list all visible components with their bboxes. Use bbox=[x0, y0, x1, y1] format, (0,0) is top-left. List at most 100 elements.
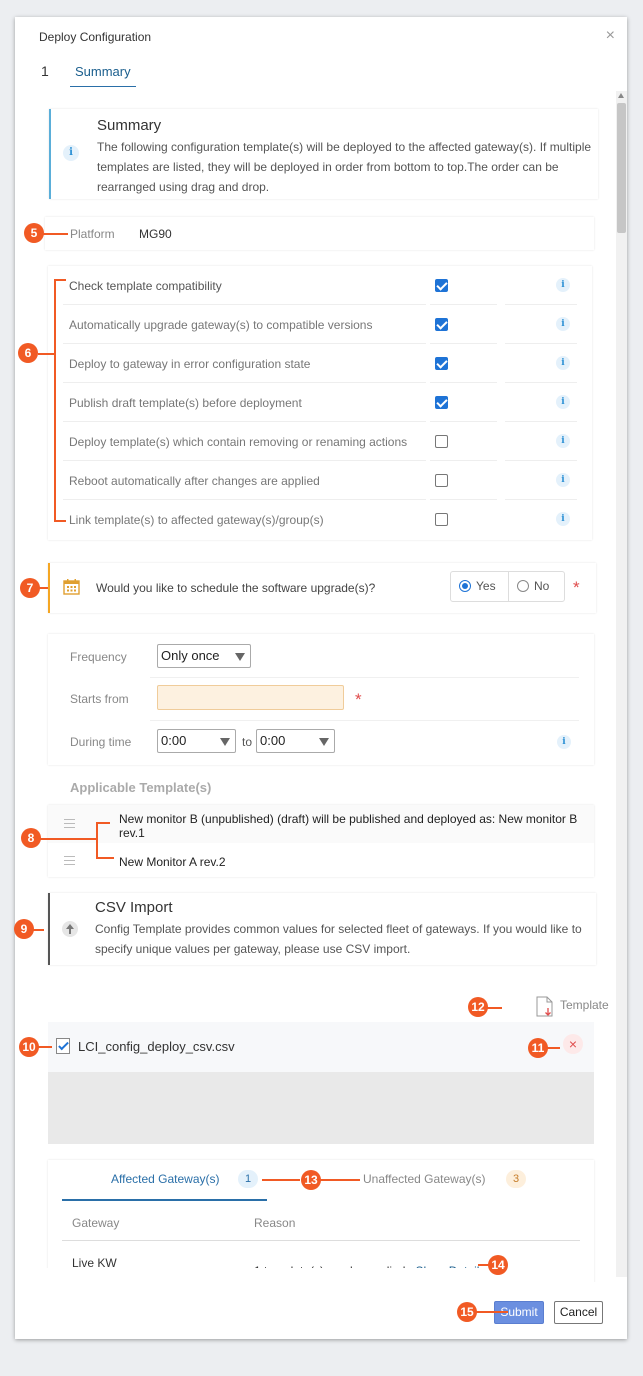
scrollbar[interactable] bbox=[616, 91, 627, 1277]
csv-import-title: CSV Import bbox=[95, 899, 173, 916]
to-label: to bbox=[242, 735, 253, 749]
info-icon[interactable]: i bbox=[556, 356, 570, 370]
gateway-column-header[interactable]: Gateway bbox=[72, 1216, 119, 1230]
starts-from-input[interactable] bbox=[157, 685, 344, 710]
upload-icon bbox=[62, 921, 78, 937]
to-time-value: 0:00 bbox=[260, 733, 286, 748]
deploy-configuration-dialog: Deploy Configuration × 1 Summary i Summa… bbox=[15, 17, 627, 1339]
close-icon[interactable]: × bbox=[606, 28, 615, 44]
option-label: Deploy template(s) which contain removin… bbox=[69, 435, 408, 449]
scroll-up-arrow-icon[interactable] bbox=[618, 93, 624, 98]
no-label: No bbox=[534, 579, 550, 593]
annotation-8: 8 bbox=[21, 828, 41, 848]
frequency-label: Frequency bbox=[70, 650, 127, 664]
unaffected-count-badge: 3 bbox=[506, 1170, 526, 1188]
affected-gateways-label: Affected Gateway(s) bbox=[111, 1172, 220, 1186]
starts-from-label: Starts from bbox=[70, 692, 129, 706]
schedule-card: Would you like to schedule the software … bbox=[48, 563, 596, 613]
info-icon[interactable]: i bbox=[557, 735, 571, 749]
option-label: Reboot automatically after changes are a… bbox=[69, 474, 320, 488]
option-publish-draft: Publish draft template(s) before deploym… bbox=[48, 383, 592, 422]
applicable-templates-heading: Applicable Template(s) bbox=[70, 780, 212, 795]
annotation-12: 12 bbox=[468, 997, 488, 1017]
from-time-select[interactable]: 0:00 bbox=[157, 729, 236, 753]
option-checkbox[interactable] bbox=[435, 474, 448, 487]
drag-handle-icon[interactable] bbox=[64, 856, 75, 865]
annotation-10: 10 bbox=[19, 1037, 39, 1057]
template-name: New monitor B (unpublished) (draft) will… bbox=[119, 812, 578, 840]
info-icon[interactable]: i bbox=[556, 317, 570, 331]
template-item[interactable]: New Monitor A rev.2 bbox=[48, 845, 594, 877]
schedule-no-option[interactable]: No bbox=[509, 572, 565, 601]
option-check-compatibility: Check template compatibility i bbox=[48, 266, 592, 305]
template-download-label[interactable]: Template bbox=[560, 998, 609, 1012]
option-label: Check template compatibility bbox=[69, 279, 222, 293]
option-label: Deploy to gateway in error configuration… bbox=[69, 357, 311, 371]
option-deploy-error-state: Deploy to gateway in error configuration… bbox=[48, 344, 592, 383]
option-checkbox[interactable] bbox=[435, 318, 448, 331]
annotation-6: 6 bbox=[18, 343, 38, 363]
annotation-15: 15 bbox=[457, 1302, 477, 1322]
annotation-9: 9 bbox=[14, 919, 34, 939]
tab-unaffected-gateways[interactable]: Unaffected Gateway(s) 3 bbox=[363, 1170, 526, 1188]
annotation-13: 13 bbox=[301, 1170, 321, 1190]
option-reboot: Reboot automatically after changes are a… bbox=[48, 461, 592, 500]
schedule-yes-option[interactable]: Yes bbox=[451, 572, 509, 601]
file-check-icon bbox=[56, 1038, 70, 1054]
annotation-5: 5 bbox=[24, 223, 44, 243]
info-icon[interactable]: i bbox=[556, 395, 570, 409]
radio-no[interactable] bbox=[517, 580, 529, 592]
option-removing-renaming: Deploy template(s) which contain removin… bbox=[48, 422, 592, 461]
drop-zone[interactable] bbox=[48, 1072, 594, 1144]
option-checkbox[interactable] bbox=[435, 513, 448, 526]
summary-info-card: i Summary The following configuration te… bbox=[49, 109, 598, 199]
scrollbar-thumb[interactable] bbox=[617, 103, 626, 233]
deploy-options: Check template compatibility i Automatic… bbox=[48, 266, 592, 540]
schedule-settings: Frequency Only once Starts from * During… bbox=[48, 634, 594, 765]
schedule-radio-group: Yes No bbox=[450, 571, 565, 602]
option-auto-upgrade: Automatically upgrade gateway(s) to comp… bbox=[48, 305, 592, 344]
option-checkbox[interactable] bbox=[435, 435, 448, 448]
required-mark: * bbox=[355, 690, 362, 709]
reason-column-header[interactable]: Reason bbox=[254, 1216, 295, 1230]
tab-affected-gateways[interactable]: Affected Gateway(s) 1 bbox=[62, 1170, 267, 1201]
info-icon[interactable]: i bbox=[556, 278, 570, 292]
info-icon[interactable]: i bbox=[556, 512, 570, 526]
to-time-select[interactable]: 0:00 bbox=[256, 729, 335, 753]
uploaded-file-name: LCI_config_deploy_csv.csv bbox=[78, 1039, 235, 1054]
tab-summary[interactable]: Summary bbox=[70, 57, 136, 87]
info-icon[interactable]: i bbox=[556, 473, 570, 487]
csv-upload-area: Template LCI_config_deploy_csv.csv × bbox=[48, 984, 609, 1144]
template-list: New monitor B (unpublished) (draft) will… bbox=[48, 805, 594, 877]
chevron-down-icon bbox=[319, 738, 329, 746]
cancel-button[interactable]: Cancel bbox=[554, 1301, 603, 1324]
template-download-icon[interactable] bbox=[535, 996, 555, 1018]
annotation-11: 11 bbox=[528, 1038, 548, 1058]
schedule-question: Would you like to schedule the software … bbox=[96, 581, 376, 595]
template-item[interactable]: New monitor B (unpublished) (draft) will… bbox=[48, 805, 594, 843]
frequency-value: Only once bbox=[161, 648, 220, 663]
platform-value: MG90 bbox=[139, 227, 172, 241]
uploaded-file-row: LCI_config_deploy_csv.csv × bbox=[48, 1022, 594, 1072]
remove-file-icon[interactable]: × bbox=[563, 1034, 583, 1054]
option-checkbox[interactable] bbox=[435, 279, 448, 292]
option-checkbox[interactable] bbox=[435, 357, 448, 370]
drag-handle-icon[interactable] bbox=[64, 819, 75, 828]
summary-text: The following configuration template(s) … bbox=[97, 140, 592, 194]
required-mark: * bbox=[573, 578, 580, 597]
dialog-title: Deploy Configuration bbox=[39, 30, 152, 44]
frequency-select[interactable]: Only once bbox=[157, 644, 251, 668]
template-name: New Monitor A rev.2 bbox=[119, 855, 226, 869]
option-label: Automatically upgrade gateway(s) to comp… bbox=[69, 318, 373, 332]
chevron-down-icon bbox=[220, 738, 230, 746]
option-checkbox[interactable] bbox=[435, 396, 448, 409]
annotation-7: 7 bbox=[20, 578, 40, 598]
calendar-icon bbox=[63, 579, 80, 595]
summary-title: Summary bbox=[97, 117, 162, 134]
radio-yes[interactable] bbox=[459, 580, 471, 592]
info-icon[interactable]: i bbox=[556, 434, 570, 448]
platform-label: Platform bbox=[70, 227, 115, 241]
option-label: Link template(s) to affected gateway(s)/… bbox=[69, 513, 324, 527]
yes-label: Yes bbox=[476, 579, 496, 593]
during-time-label: During time bbox=[70, 735, 132, 749]
